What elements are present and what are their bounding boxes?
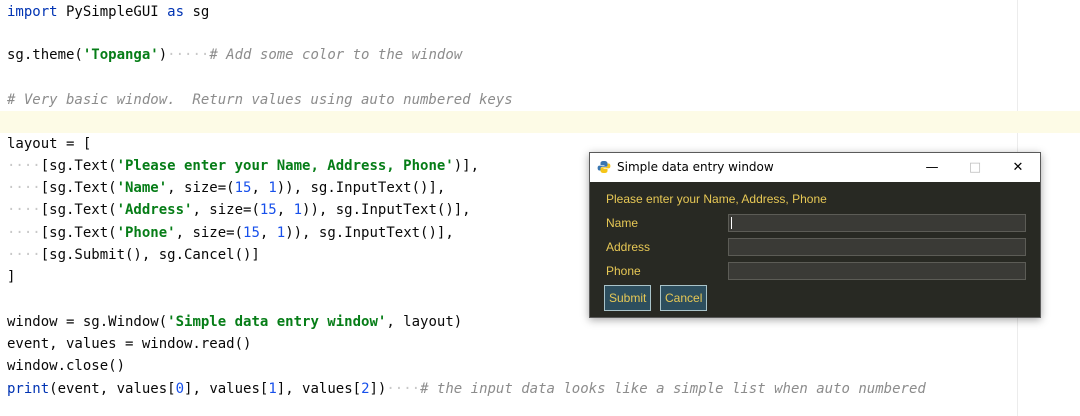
code-text: ]) [369,381,387,397]
code-text: [sg.Text( [40,225,117,241]
string-literal: 'Address' [116,202,193,218]
phone-label: Phone [606,264,641,278]
code-text: ], values[ [184,381,269,397]
number-literal: 1 [276,225,286,241]
code-text: [sg.Submit(), sg.Cancel()] [40,247,260,263]
code-line-7[interactable]: ····[sg.Text('Address', size=(15, 1)), s… [7,199,471,221]
string-literal: 'Simple data entry window' [167,314,387,330]
code-line-12[interactable]: event, values = window.read() [7,333,251,355]
window-titlebar[interactable]: Simple data entry window — □ ✕ [590,153,1040,182]
code-comment: # the input data looks like a simple lis… [420,381,926,397]
code-text: )), sg.InputText()], [276,180,446,196]
number-literal: 15 [259,202,277,218]
string-literal: 'Name' [116,180,168,196]
string-literal: 'Phone' [116,225,176,241]
code-line-5[interactable]: ····[sg.Text('Please enter your Name, Ad… [7,155,479,177]
address-label: Address [606,240,651,254]
code-text: , [251,180,269,196]
phone-input[interactable] [728,262,1026,280]
window-body: Please enter your Name, Address, Phone N… [590,182,1040,317]
indent-dots: ···· [7,180,41,196]
code-line-6[interactable]: ····[sg.Text('Name', size=(15, 1)), sg.I… [7,177,445,199]
code-line-8[interactable]: ····[sg.Text('Phone', size=(15, 1)), sg.… [7,222,454,244]
code-text: )), sg.InputText()], [285,225,454,241]
code-line-14[interactable]: print(event, values[0], values[1], value… [7,378,926,400]
prompt-text: Please enter your Name, Address, Phone [606,192,827,206]
data-entry-window[interactable]: Simple data entry window — □ ✕ Please en… [589,152,1041,318]
code-text: event, values = window.read() [7,336,252,352]
code-line-10[interactable]: ] [7,266,15,288]
builtin-print: print [7,381,50,397]
code-line-9[interactable]: ····[sg.Submit(), sg.Cancel()] [7,244,260,266]
code-comment: # Add some color to the window [209,47,463,63]
window-title: Simple data entry window [617,160,774,174]
maximize-button[interactable]: □ [955,153,995,182]
indent-dots: ···· [7,247,41,263]
code-line-11[interactable]: window = sg.Window('Simple data entry wi… [7,311,462,333]
code-text: , size=( [192,202,260,218]
number-literal: 2 [361,381,370,397]
code-text: ) [158,47,168,63]
code-comment: # Very basic window. Return values using… [7,92,513,108]
code-text: layout = [ [7,136,92,152]
code-text: )), sg.InputText()], [302,202,471,218]
indent-dots: ···· [7,158,41,174]
code-line-4[interactable]: layout = [ [7,133,91,155]
address-input[interactable] [728,238,1026,256]
number-literal: 15 [234,180,252,196]
code-line-13[interactable]: window.close() [7,355,125,377]
number-literal: 0 [175,381,185,397]
code-line-2[interactable]: sg.theme('Topanga')·····# Add some color… [7,44,462,66]
text-caret [731,217,732,229]
name-label: Name [606,216,639,230]
code-text: sg.theme( [7,47,83,63]
keyword-as: as [167,4,185,20]
python-logo-icon [597,161,611,173]
code-line-3[interactable]: # Very basic window. Return values using… [7,89,513,111]
code-line-1[interactable]: import PySimpleGUI as sg [7,1,209,23]
code-text: , [276,202,294,218]
string-literal: 'Topanga' [82,47,159,63]
whitespace-dots: ···· [386,381,421,397]
submit-button[interactable]: Submit [604,285,652,311]
number-literal: 1 [268,381,277,397]
code-text: , size=( [175,225,244,241]
indent-dots: ···· [7,202,41,218]
current-line-highlight [0,111,1080,133]
code-text: ] [7,269,16,285]
code-text: window = sg.Window( [7,314,168,330]
code-text: , size=( [167,180,235,196]
code-text: , layout) [386,314,463,330]
code-text: (event, values[ [49,381,176,397]
close-button[interactable]: ✕ [998,153,1038,182]
whitespace-dots: ····· [167,47,210,63]
code-text: window.close() [7,358,126,374]
number-literal: 1 [268,180,277,196]
code-text: , [259,225,277,241]
module-name: PySimpleGUI [57,4,168,20]
code-text: [sg.Text( [40,158,117,174]
name-input[interactable] [728,214,1026,232]
code-text: )], [453,158,480,174]
minimize-button[interactable]: — [912,153,952,182]
number-literal: 1 [293,202,303,218]
cancel-button[interactable]: Cancel [660,285,708,311]
indent-dots: ···· [7,225,41,241]
code-text: [sg.Text( [40,180,117,196]
code-text: ], values[ [276,381,362,397]
module-alias: sg [184,4,210,20]
code-text: [sg.Text( [40,202,117,218]
number-literal: 15 [243,225,260,241]
string-literal: 'Please enter your Name, Address, Phone' [116,158,454,174]
keyword-import: import [7,4,58,20]
